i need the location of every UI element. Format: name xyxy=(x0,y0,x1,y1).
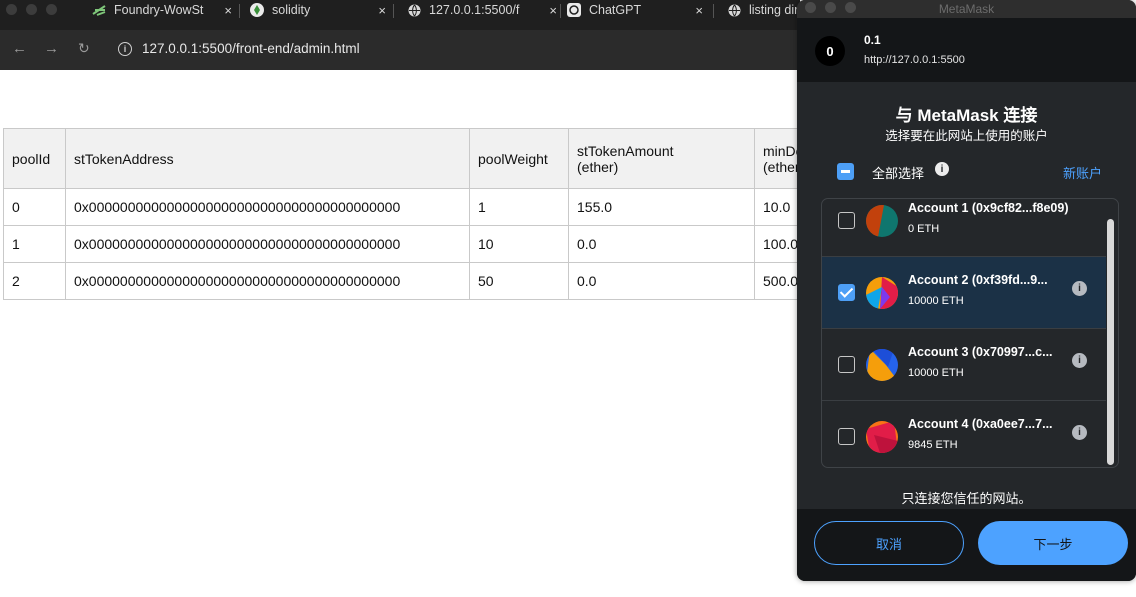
tab-title: solidity xyxy=(272,3,311,17)
cell-st-token-amount: 0.0 xyxy=(568,225,755,263)
connect-subtitle: 选择要在此网站上使用的账户 xyxy=(885,129,1048,143)
account-item[interactable]: Account 1 (0x9cf82...f8e09) 0 ETH xyxy=(822,199,1106,257)
metamask-popup: MetaMask 0 0.1 http://127.0.0.1:5500 与 M… xyxy=(797,0,1136,581)
account-name: Account 2 (0xf39fd...9... xyxy=(908,273,1048,287)
column-header-pool-weight: poolWeight xyxy=(469,128,569,189)
table-header-row: poolId stTokenAddress poolWeight stToken… xyxy=(3,128,815,189)
window-title: MetaMask xyxy=(938,2,995,16)
site-info-icon[interactable]: i xyxy=(118,42,132,56)
close-window-button[interactable] xyxy=(6,4,17,15)
minimize-window-button[interactable] xyxy=(26,4,37,15)
account-list[interactable]: Account 1 (0x9cf82...f8e09) 0 ETH Accoun… xyxy=(821,198,1119,468)
window-controls xyxy=(6,4,57,15)
account-avatar xyxy=(866,421,898,453)
account-avatar xyxy=(866,277,898,309)
account-list-scrollbar[interactable] xyxy=(1107,219,1114,465)
tab-title: Foundry-WowSt xyxy=(114,3,204,17)
select-all-checkbox[interactable] xyxy=(837,163,854,180)
site-url: http://127.0.0.1:5500 xyxy=(864,54,965,66)
globe-icon xyxy=(407,3,421,17)
account-balance: 10000 ETH xyxy=(908,367,964,379)
cell-pool-id: 1 xyxy=(3,225,66,263)
cell-st-token-address: 0x00000000000000000000000000000000000000… xyxy=(65,262,470,300)
cell-st-token-address: 0x00000000000000000000000000000000000000… xyxy=(65,188,470,226)
account-avatar xyxy=(866,205,898,237)
tab-solidity[interactable]: solidity × xyxy=(250,0,386,20)
tab-chatgpt[interactable]: ChatGPT × xyxy=(567,0,703,20)
site-avatar: 0 xyxy=(815,36,845,66)
tab-foundry[interactable]: Foundry-WowSt × xyxy=(92,0,232,20)
account-balance: 9845 ETH xyxy=(908,439,958,451)
cell-st-token-address: 0x00000000000000000000000000000000000000… xyxy=(65,225,470,263)
site-name: 0.1 xyxy=(864,33,881,47)
account-item[interactable]: Account 4 (0xa0ee7...7... 9845 ETH i xyxy=(822,401,1106,467)
tab-divider xyxy=(713,4,714,18)
table-row: 2 0x000000000000000000000000000000000000… xyxy=(3,262,815,300)
connect-title: 与 MetaMask 连接 xyxy=(895,106,1038,125)
account-info-icon[interactable]: i xyxy=(1072,425,1087,440)
browser-toolbar: ← → ↻ i 127.0.0.1:5500/front-end/admin.h… xyxy=(0,30,800,70)
account-checkbox[interactable] xyxy=(838,284,855,301)
tab-title: 127.0.0.1:5500/f xyxy=(429,3,520,17)
action-footer: 取消 下一步 xyxy=(797,509,1136,581)
pools-table: poolId stTokenAddress poolWeight stToken… xyxy=(3,128,815,300)
cell-pool-weight: 1 xyxy=(469,188,569,226)
tab-divider xyxy=(239,4,240,18)
cell-pool-weight: 50 xyxy=(469,262,569,300)
back-arrow-icon[interactable]: ← xyxy=(12,40,27,57)
account-item[interactable]: Account 3 (0x70997...c... 10000 ETH i xyxy=(822,329,1106,401)
tab-close-icon[interactable]: × xyxy=(549,3,557,18)
site-header: 0 0.1 http://127.0.0.1:5500 xyxy=(797,18,1136,82)
tab-title: ChatGPT xyxy=(589,3,642,17)
tab-divider xyxy=(393,4,394,18)
account-item[interactable]: Account 2 (0xf39fd...9... 10000 ETH i xyxy=(822,257,1106,329)
chatgpt-icon xyxy=(567,3,581,17)
zoom-window-button[interactable] xyxy=(46,4,57,15)
account-checkbox[interactable] xyxy=(838,212,855,229)
account-name: Account 4 (0xa0ee7...7... xyxy=(908,417,1053,431)
address-bar[interactable]: 127.0.0.1:5500/front-end/admin.html xyxy=(142,41,360,56)
tab-listing-dir[interactable]: listing dir xyxy=(727,0,800,20)
table-row: 1 0x000000000000000000000000000000000000… xyxy=(3,225,815,263)
globe-icon xyxy=(727,3,741,17)
cell-pool-id: 2 xyxy=(3,262,66,300)
trust-warning-text: 只连接您信任的网站。 xyxy=(901,491,1032,506)
solidity-icon xyxy=(250,3,264,17)
forward-arrow-icon[interactable]: → xyxy=(44,40,59,57)
next-button[interactable]: 下一步 xyxy=(978,521,1128,565)
browser-tab-bar: Foundry-WowSt × solidity × 127.0.0.1:550… xyxy=(0,0,800,30)
tab-close-icon[interactable]: × xyxy=(695,3,703,18)
foundry-icon xyxy=(92,3,106,17)
account-name: Account 1 (0x9cf82...f8e09) xyxy=(908,201,1069,215)
account-avatar xyxy=(866,349,898,381)
account-checkbox[interactable] xyxy=(838,428,855,445)
column-header-pool-id: poolId xyxy=(3,128,66,189)
cell-st-token-amount: 0.0 xyxy=(568,262,755,300)
account-name: Account 3 (0x70997...c... xyxy=(908,345,1053,359)
tab-localhost[interactable]: 127.0.0.1:5500/f × xyxy=(407,0,557,20)
tab-title: listing dir xyxy=(749,3,799,17)
cell-pool-weight: 10 xyxy=(469,225,569,263)
cell-pool-id: 0 xyxy=(3,188,66,226)
select-all-label: 全部选择 xyxy=(872,166,925,181)
tab-divider xyxy=(560,4,561,18)
tab-close-icon[interactable]: × xyxy=(224,3,232,18)
cell-st-token-amount: 155.0 xyxy=(568,188,755,226)
reload-icon[interactable]: ↻ xyxy=(78,40,90,57)
cancel-button[interactable]: 取消 xyxy=(814,521,964,565)
account-balance: 10000 ETH xyxy=(908,295,964,307)
account-balance: 0 ETH xyxy=(908,223,940,235)
tab-close-icon[interactable]: × xyxy=(378,3,386,18)
account-info-icon[interactable]: i xyxy=(1072,353,1087,368)
info-icon[interactable]: i xyxy=(935,162,949,176)
column-header-st-token-address: stTokenAddress xyxy=(65,128,470,189)
new-account-link[interactable]: 新账户 xyxy=(1063,163,1102,182)
account-info-icon[interactable]: i xyxy=(1072,281,1087,296)
metamask-titlebar: MetaMask xyxy=(797,0,1136,18)
table-row: 0 0x000000000000000000000000000000000000… xyxy=(3,188,815,226)
column-header-st-token-amount: stTokenAmount (ether) xyxy=(568,128,755,189)
account-checkbox[interactable] xyxy=(838,356,855,373)
